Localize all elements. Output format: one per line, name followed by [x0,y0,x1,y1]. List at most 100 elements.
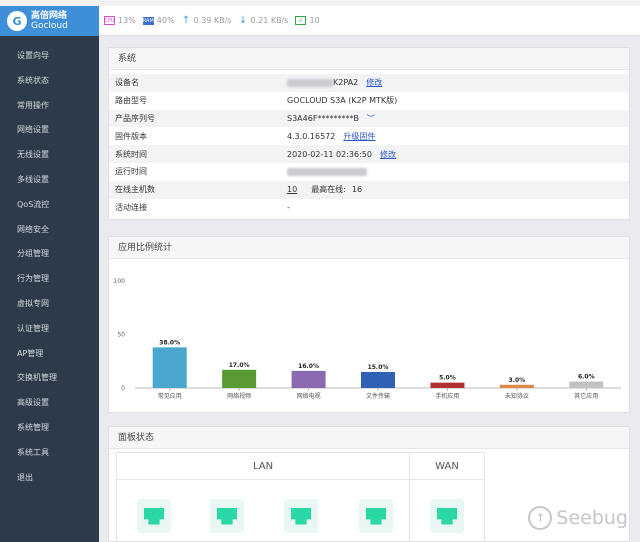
lan-label: LAN [117,453,409,480]
sidebar-item-ap-management[interactable]: AP管理 [0,342,99,367]
sidebar-item-common-operations[interactable]: 常用操作 [0,94,99,119]
table-row: 运行时间 [109,163,629,181]
bar-7 [569,381,604,388]
data-label: 15.0% [368,364,389,371]
sidebar-item-logout[interactable]: 退出 [0,466,99,491]
download-value: 0.21 KB/s [250,16,289,25]
device-name-label: 设备名 [109,74,281,92]
seebug-logo-icon: ↑ [528,506,553,530]
sidebar-item-network-security[interactable]: 网络安全 [0,218,99,243]
table-row: 产品序列号 S3A46F*********B ︶ [109,109,629,128]
sidebar-item-vpn[interactable]: 虚拟专网 [0,292,99,317]
uptime-label: 运行时间 [115,167,147,177]
firmware-label: 固件版本 [115,131,147,141]
data-label: 17.0% [229,362,250,369]
data-label: 6.0% [578,374,595,381]
firmware-value: 4.3.0.16572 [287,131,336,141]
reveal-serial-icon[interactable]: ︶ [367,114,375,123]
bar-3 [291,370,326,388]
download-arrow-icon: ↓ [238,15,248,26]
y-tick-label: 50 [117,332,125,339]
bar-6 [499,384,534,388]
brand-logo: G 高倍网络 Gocloud [0,6,99,36]
active-connections-value: - [287,202,290,212]
data-label: 3.0% [509,377,526,384]
device-name-value: K2PA2 [333,78,359,88]
status-bar: CPU 13% RAM 40% ↑ 0.39 KB/s ↓ 0.21 KB/s … [99,6,640,36]
bar-2 [222,369,257,388]
data-label: 5.0% [439,375,456,382]
hosts-stat[interactable]: ✓ 10 [295,16,320,25]
sidebar-item-network-settings[interactable]: 网络设置 [0,118,99,143]
system-panel-title: 系统 [109,48,629,70]
download-stat: ↓ 0.21 KB/s [239,15,289,26]
sidebar-item-qos[interactable]: QoS流控 [0,193,99,218]
board-status-title: 面板状态 [109,427,629,449]
seebug-watermark: ↑ Seebug [528,506,628,530]
bar-1 [152,347,187,388]
serial-value: S3A46F*********B [287,113,359,123]
cpu-stat: CPU 13% [104,16,136,25]
sidebar-item-behavior-management[interactable]: 行为管理 [0,267,99,292]
brand-name-cn: 高倍网络 [31,11,68,21]
x-tick-label: 手机应用 [435,392,459,400]
sidebar-item-system-tools[interactable]: 系统工具 [0,441,99,466]
active-connections-label: 活动连接 [115,202,147,212]
x-tick-label: 未知协议 [505,392,529,400]
online-hosts-label: 在线主机数 [109,180,281,199]
ethernet-port-icon [366,507,386,525]
lan-port-3[interactable] [284,499,318,533]
edit-device-name-link[interactable]: 修改 [366,78,382,87]
sidebar-item-setup-wizard[interactable]: 设置向导 [0,44,99,69]
sidebar-item-group-management[interactable]: 分组管理 [0,242,99,267]
y-tick-label: 100 [114,278,126,285]
app-ratio-chart: 0 50 100 38.0% 常见应用 17.0% 网络视频 16.0% 网络电视 15.0% 文件… [114,278,621,400]
ethernet-port-icon [217,507,237,525]
sidebar: G 高倍网络 Gocloud 设置向导 系统状态 常用操作 网络设置 无线设置 … [0,6,99,542]
ethernet-port-icon [437,507,457,525]
lan-port-2[interactable] [210,499,244,533]
brand-name-en: Gocloud [31,21,68,31]
peak-online-label: 最高在线: [311,185,346,195]
lan-port-4[interactable] [359,499,393,533]
serial-label: 产品序列号 [109,109,281,128]
app-ratio-panel: 应用比例统计 0 50 100 38.0% 常见应用 17.0% 网络视频 16.0% 网络电视… [108,236,630,413]
wan-port-group: WAN [409,452,485,542]
ethernet-port-icon [291,507,311,525]
cpu-value: 13% [118,16,136,25]
cloud-logo-icon: G [7,11,27,31]
online-hosts-value[interactable]: 10 [287,185,297,194]
sidebar-item-auth-management[interactable]: 认证管理 [0,317,99,342]
sidebar-item-multi-wan[interactable]: 多线设置 [0,168,99,193]
upgrade-firmware-link[interactable]: 升级固件 [343,132,375,141]
bar-4 [361,371,395,388]
table-row: 固件版本 4.3.0.16572 升级固件 [109,127,629,145]
ram-icon: RAM [142,16,154,25]
sidebar-item-system-status[interactable]: 系统状态 [0,69,99,94]
sidebar-item-switch-management[interactable]: 交换机管理 [0,366,99,391]
system-time-label: 系统时间 [109,145,281,163]
wan-port[interactable] [430,499,464,533]
sidebar-item-wireless-settings[interactable]: 无线设置 [0,143,99,168]
app-ratio-title: 应用比例统计 [109,237,629,259]
bar-5 [430,382,465,388]
ethernet-port-icon [144,507,164,525]
table-row: 在线主机数 10 最高在线: 16 [109,180,629,199]
host-monitor-icon: ✓ [295,16,307,25]
sidebar-item-system-management[interactable]: 系统管理 [0,416,99,441]
lan-port-1[interactable] [137,499,171,533]
system-panel: 系统 设备名 K2PA2 修改 路由型号 GOCLOUD S3A (K2P MTK… [108,47,630,220]
wan-label: WAN [410,453,484,480]
sidebar-item-advanced-settings[interactable]: 高级设置 [0,391,99,416]
table-row: 系统时间 2020-02-11 02:36:50 修改 [109,145,629,163]
x-tick-label: 网络电视 [297,392,321,400]
data-label: 16.0% [298,363,319,370]
edit-time-link[interactable]: 修改 [380,150,396,159]
upload-arrow-icon: ↑ [181,15,191,26]
watermark-text: Seebug [556,507,628,529]
ram-value: 40% [156,16,175,25]
ram-stat: RAM 40% [142,16,175,25]
x-tick-label: 常见应用 [158,392,182,400]
redacted-prefix [287,78,333,87]
x-tick-label: 其它应用 [574,392,598,400]
